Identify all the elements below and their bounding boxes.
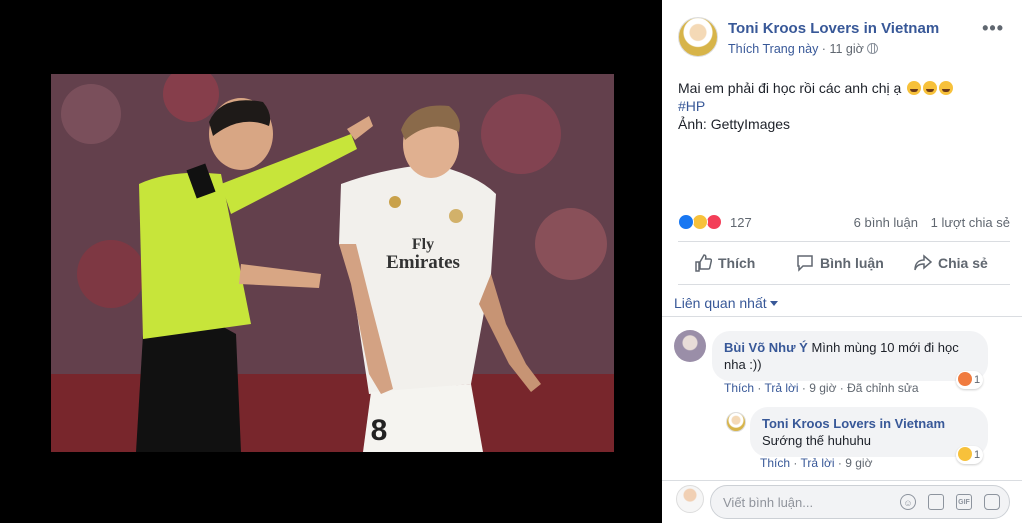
share-arrow-icon	[914, 254, 932, 271]
divider	[678, 241, 1010, 242]
crying-emoji-icon	[923, 81, 938, 95]
gif-icon[interactable]: GIF	[956, 494, 972, 510]
post-body: Mai em phải đi học rồi các anh chị ạ #HP…	[678, 79, 1010, 133]
current-user-avatar	[676, 485, 704, 513]
divider	[678, 284, 1010, 285]
like-page-link[interactable]: Thích Trang này	[728, 42, 818, 56]
reply-text: Sướng thế huhuhu	[762, 433, 872, 448]
jersey-sponsor-line1: Fly	[412, 236, 434, 253]
reaction-count[interactable]: 127	[730, 215, 752, 230]
reply-reaction-count: 1	[974, 449, 981, 461]
comment-author-link[interactable]: Bùi Võ Như Ý	[724, 340, 808, 355]
share-button[interactable]: Chia sẻ	[914, 244, 988, 282]
hashtag-link[interactable]: #HP	[678, 97, 1010, 115]
love-icon	[706, 214, 722, 230]
reply-actions: Thích · Trả lời · 9 giờ	[760, 456, 873, 470]
haha-icon	[692, 214, 708, 230]
reply-reply-link[interactable]: Trả lời	[800, 456, 834, 470]
reaction-icons[interactable]	[678, 214, 728, 230]
comment-like-link[interactable]: Thích	[724, 381, 754, 395]
comment-button-label: Bình luận	[820, 255, 884, 271]
reply-author-avatar[interactable]	[726, 412, 746, 432]
reply-like-link[interactable]: Thích	[760, 456, 790, 470]
post-photo[interactable]: Fly Emirates 8	[51, 74, 614, 452]
comment-reaction-badge[interactable]: 1	[956, 371, 984, 389]
jersey-sponsor-line2: Emirates	[386, 252, 460, 273]
comments-list: Bùi Võ Như Ý Mình mùng 10 mới đi học nha…	[662, 320, 1022, 480]
page-avatar[interactable]	[678, 17, 718, 57]
like-icon	[678, 214, 694, 230]
reply-reaction-badge[interactable]: 1	[956, 446, 984, 464]
globe-icon	[866, 43, 878, 54]
post-panel: Toni Kroos Lovers in Vietnam Thích Trang…	[662, 0, 1022, 523]
crying-emoji-icon	[939, 81, 954, 95]
comment-actions: Thích · Trả lời · 9 giờ · Đã chỉnh sửa	[724, 381, 919, 395]
comment-reaction-count: 1	[974, 374, 981, 386]
more-options-icon[interactable]: •••	[982, 18, 1004, 39]
jersey-number: 8	[371, 414, 388, 447]
photo-illustration: Fly Emirates 8	[51, 74, 614, 452]
comment-bubble-icon	[797, 255, 813, 272]
post-time[interactable]: 11 giờ	[829, 42, 863, 56]
comment-sort-label: Liên quan nhất	[674, 295, 767, 311]
share-button-label: Chia sẻ	[938, 255, 988, 271]
haha-icon	[958, 447, 972, 461]
comment-reply-link[interactable]: Trả lời	[764, 381, 798, 395]
photo-credit: Ảnh: GettyImages	[678, 116, 791, 132]
reaction-summary: 127 6 bình luận 1 lượt chia sẻ	[678, 212, 1010, 232]
like-button[interactable]: Thích	[694, 244, 755, 282]
reply-author-link[interactable]: Toni Kroos Lovers in Vietnam	[762, 415, 976, 432]
reply-bubble: Toni Kroos Lovers in Vietnam Sướng thế h…	[750, 407, 988, 457]
thumbs-up-icon	[695, 254, 712, 272]
photo-viewer: Fly Emirates 8	[0, 0, 662, 523]
comment-time[interactable]: 9 giờ	[809, 381, 836, 395]
comment-edited-label[interactable]: Đã chỉnh sửa	[847, 381, 918, 395]
divider	[662, 316, 1022, 317]
crying-emoji-icon	[907, 81, 922, 95]
meta-separator: ·	[818, 42, 830, 56]
post-meta: Thích Trang này · 11 giờ	[728, 42, 878, 56]
comment-button[interactable]: Bình luận	[796, 244, 884, 282]
post-header: Toni Kroos Lovers in Vietnam Thích Trang…	[678, 14, 1010, 62]
commenter-avatar[interactable]	[674, 330, 706, 362]
shares-count-link[interactable]: 1 lượt chia sẻ	[931, 215, 1010, 230]
comment-composer: ☺ GIF	[662, 480, 1022, 523]
emoji-icon[interactable]: ☺	[900, 494, 916, 510]
page-name-link[interactable]: Toni Kroos Lovers in Vietnam	[728, 20, 939, 37]
comment-bubble: Bùi Võ Như Ý Mình mùng 10 mới đi học nha…	[712, 331, 988, 381]
comment-sort-dropdown[interactable]: Liên quan nhất	[674, 295, 778, 311]
post-text: Mai em phải đi học rồi các anh chị ạ	[678, 80, 902, 96]
reply-time[interactable]: 9 giờ	[845, 456, 872, 470]
like-button-label: Thích	[718, 255, 756, 271]
camera-icon[interactable]	[928, 494, 944, 510]
angry-icon	[958, 372, 972, 386]
post-actions: Thích Bình luận Chia sẻ	[678, 244, 1010, 282]
caret-down-icon	[769, 301, 778, 306]
comments-count-link[interactable]: 6 bình luận	[854, 215, 918, 230]
sticker-icon[interactable]	[984, 494, 1000, 510]
